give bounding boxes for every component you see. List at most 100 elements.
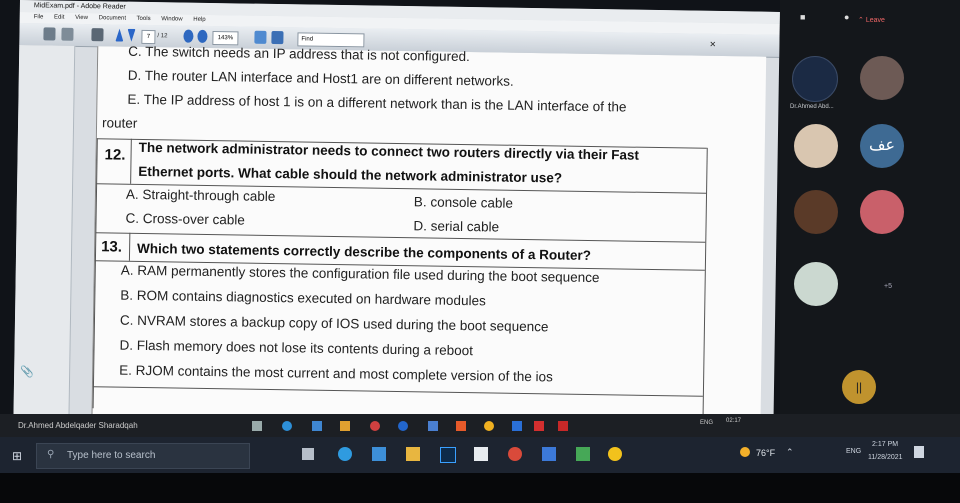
tray-date[interactable]: 11/28/2021 [868, 454, 903, 461]
menu-document[interactable]: Document [99, 15, 126, 21]
store-icon[interactable] [542, 447, 556, 461]
tray-chevron-icon[interactable]: ⌃ [786, 447, 794, 458]
explorer-icon[interactable] [340, 421, 350, 431]
tray-language[interactable]: ENG [846, 448, 861, 455]
table-border [128, 232, 131, 261]
windows-taskbar: ⊞ ⚲ Type here to search 76°F ⌃ ENG 2:17 … [0, 437, 960, 473]
q12-option-b: B. console cable [413, 194, 514, 211]
document-icon[interactable] [474, 447, 488, 461]
page-number-input[interactable]: 7 [141, 29, 156, 45]
monitor-bezel-bottom [0, 473, 960, 503]
menu-help[interactable]: Help [193, 17, 205, 23]
menu-edit[interactable]: Edit [54, 15, 64, 21]
pause-button[interactable]: || [842, 370, 876, 404]
participant-avatar[interactable] [794, 190, 838, 234]
settings-icon[interactable] [91, 28, 104, 42]
q12-question-line1: The network administrator needs to conne… [138, 139, 640, 163]
mail-icon[interactable] [312, 421, 322, 431]
zoom-out-icon[interactable] [183, 29, 194, 43]
mail-icon[interactable] [372, 447, 386, 461]
search-icon: ⚲ [47, 449, 55, 460]
camera-icon[interactable]: ■ [800, 12, 805, 22]
leave-label: Leave [865, 17, 885, 24]
q11-option-e-cont: router [101, 115, 138, 131]
page-total: / 12 [157, 33, 168, 40]
adobe-reader-window: MidExam.pdf - Adobe Reader File Edit Vie… [13, 0, 780, 434]
chrome-icon[interactable] [608, 447, 622, 461]
q11-option-d: D. The router LAN interface and Host1 ar… [127, 67, 514, 89]
q11-option-e: E. The IP address of host 1 is on a diff… [127, 91, 627, 115]
print-icon[interactable] [43, 27, 56, 41]
tray-time[interactable]: 2:17 PM [872, 441, 898, 448]
powerpoint-icon[interactable] [558, 421, 568, 431]
q13-option-b: B. ROM contains diagnostics executed on … [120, 287, 486, 309]
task-view-icon[interactable] [302, 448, 314, 460]
opera-icon[interactable] [508, 447, 522, 461]
inner-lang: ENG [700, 420, 714, 426]
inner-taskbar-icons [252, 420, 572, 434]
q13-question: Which two statements correctly describe … [136, 240, 592, 263]
previous-page-icon[interactable] [115, 29, 123, 42]
menu-file[interactable]: File [34, 14, 44, 20]
find-input[interactable]: Find [297, 32, 365, 48]
opera-icon[interactable] [370, 421, 380, 431]
taskbar-search-box[interactable]: ⚲ Type here to search [36, 443, 250, 469]
explorer-icon[interactable] [406, 447, 420, 461]
email-icon[interactable] [61, 27, 74, 41]
fit-width-icon[interactable] [271, 30, 284, 45]
q12-question-line2: Ethernet ports. What cable should the ne… [138, 163, 563, 186]
search-placeholder: Type here to search [67, 450, 156, 461]
participant-avatar[interactable] [792, 56, 838, 102]
photoshop-icon[interactable] [440, 447, 456, 463]
download-icon[interactable] [456, 421, 466, 431]
inner-clock: 02:17 [726, 418, 742, 424]
q13-option-a: A. RAM permanently stores the configurat… [120, 262, 600, 286]
q13-option-e: E. RJOM contains the most current and mo… [119, 362, 553, 385]
zoom-participant-panel: ■ ● ⌃ Leave Dr.Ahmed Abd... عف +5 || [780, 0, 960, 448]
menu-window[interactable]: Window [161, 16, 182, 22]
participant-avatar[interactable] [860, 56, 904, 100]
windows-start-icon[interactable]: ⊞ [12, 449, 22, 463]
participant-avatar[interactable] [794, 262, 838, 306]
zoom-level-input[interactable]: 143% [212, 31, 239, 46]
q13-number: 13. [100, 238, 123, 256]
participant-avatar[interactable] [860, 190, 904, 234]
notification-icon[interactable] [914, 446, 924, 458]
acrobat-icon[interactable] [534, 421, 544, 431]
weather-temp[interactable]: 76°F [756, 448, 775, 458]
edge-icon[interactable] [282, 421, 292, 431]
zoom-in-icon[interactable] [197, 29, 208, 43]
photos-icon[interactable] [428, 421, 438, 431]
q12-option-d: D. serial cable [413, 218, 500, 235]
reader-title: MidExam.pdf - Adobe Reader [33, 2, 126, 11]
weather-icon [740, 447, 750, 457]
participant-avatar[interactable] [794, 124, 838, 168]
edge-icon[interactable] [338, 447, 352, 461]
participant-name: Dr.Ahmed Abd... [790, 104, 834, 110]
close-icon[interactable]: ✕ [709, 40, 716, 49]
fit-page-icon[interactable] [254, 30, 267, 44]
leave-button[interactable]: ⌃ Leave [858, 16, 885, 24]
q12-number: 12. [104, 146, 126, 164]
q13-option-d: D. Flash memory does not lose its conten… [119, 337, 474, 359]
presenter-label: Dr.Ahmed Abdelqader Sharadqah [18, 421, 138, 430]
chrome-icon[interactable] [484, 421, 494, 431]
word-icon[interactable] [512, 421, 522, 431]
teams-icon[interactable] [576, 447, 590, 461]
help-icon[interactable] [398, 421, 408, 431]
pdf-page: C. The switch needs an IP address that i… [91, 44, 767, 429]
q12-option-c: C. Cross-over cable [125, 210, 245, 228]
extra-participants-count[interactable]: +5 [884, 283, 892, 290]
next-page-icon[interactable] [127, 29, 135, 42]
q13-option-c: C. NVRAM stores a backup copy of IOS use… [119, 312, 549, 335]
q12-option-a: A. Straight-through cable [125, 186, 276, 205]
table-border [92, 138, 98, 409]
menu-tools[interactable]: Tools [137, 16, 151, 22]
attachment-icon[interactable]: 📎 [20, 365, 34, 378]
table-border [92, 386, 703, 397]
table-border [702, 147, 708, 418]
mic-icon[interactable]: ● [844, 12, 849, 22]
menu-view[interactable]: View [75, 15, 88, 21]
participant-avatar-initials[interactable]: عف [860, 124, 904, 168]
task-view-icon[interactable] [252, 421, 262, 431]
